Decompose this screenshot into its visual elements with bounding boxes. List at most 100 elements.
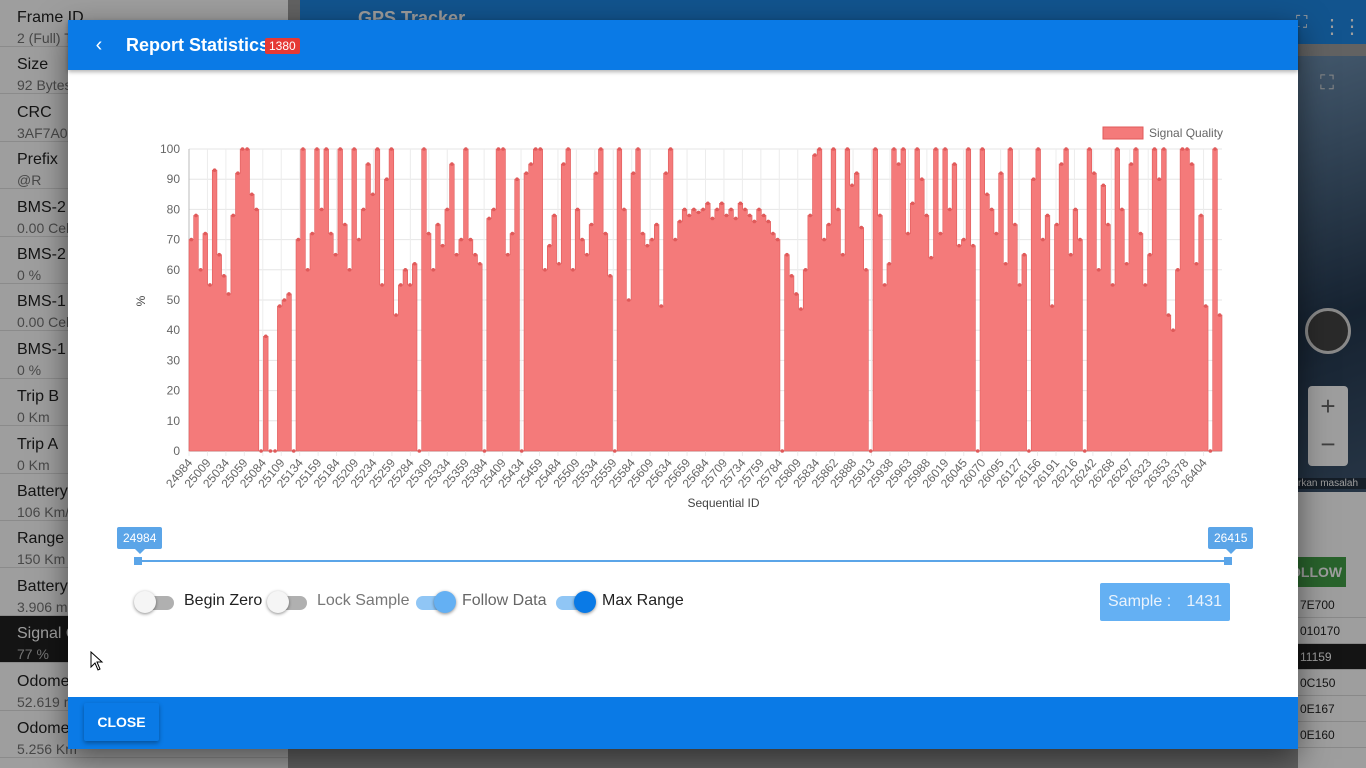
data-point: [529, 162, 533, 166]
data-point: [1073, 207, 1078, 212]
data-point: [1017, 283, 1022, 287]
data-point: [329, 231, 333, 236]
data-point: [1189, 162, 1194, 166]
data-point: [827, 222, 831, 227]
data-point: [1143, 283, 1148, 287]
data-point: [250, 192, 254, 197]
data-point: [733, 216, 738, 221]
data-point: [1208, 449, 1213, 453]
data-point: [412, 261, 417, 266]
data-point: [431, 268, 436, 272]
data-point: [1055, 222, 1059, 227]
data-point: [840, 252, 845, 257]
data-point: [231, 213, 235, 218]
x-axis-title: Sequential ID: [687, 496, 759, 510]
data-point: [761, 213, 766, 218]
data-point: [817, 147, 822, 151]
data-point: [552, 213, 557, 218]
data-point: [701, 207, 705, 212]
data-point: [343, 222, 347, 227]
data-point: [347, 268, 352, 272]
data-point: [222, 274, 226, 278]
data-point: [789, 274, 794, 278]
data-point: [510, 231, 515, 236]
follow-data-label: Follow Data: [462, 592, 547, 609]
y-tick-label: 90: [167, 172, 181, 186]
data-point: [631, 171, 636, 175]
data-point: [259, 449, 263, 453]
data-point: [868, 449, 873, 453]
data-point: [934, 147, 938, 151]
data-point: [501, 147, 505, 151]
data-point: [296, 237, 301, 242]
data-point: [1185, 147, 1189, 151]
data-point: [287, 292, 291, 296]
data-point: [794, 292, 799, 296]
y-tick-label: 20: [167, 384, 181, 398]
data-point: [813, 153, 817, 157]
data-point: [478, 261, 482, 266]
data-point: [543, 268, 547, 272]
data-point: [1194, 261, 1199, 266]
data-point: [668, 147, 673, 151]
data-point: [1045, 213, 1050, 218]
range-slider-track[interactable]: [138, 560, 1228, 562]
data-point: [864, 268, 868, 272]
data-point: [617, 147, 622, 151]
data-point: [971, 243, 975, 248]
data-point: [1171, 328, 1175, 333]
sample-value: 1431: [1186, 593, 1222, 610]
data-point: [822, 237, 826, 242]
data-point: [1129, 162, 1134, 166]
data-point: [710, 216, 715, 221]
data-point: [622, 207, 626, 212]
data-point: [966, 147, 971, 151]
data-point: [305, 268, 310, 272]
data-point: [687, 213, 692, 218]
data-point: [366, 162, 370, 166]
data-point: [1008, 147, 1013, 151]
data-point: [212, 168, 217, 172]
data-point: [906, 231, 910, 236]
data-point: [566, 147, 571, 151]
data-point: [1162, 147, 1166, 151]
data-point: [384, 177, 389, 181]
sample-count-button[interactable]: Sample : 1431: [1100, 583, 1230, 621]
data-point: [738, 201, 743, 206]
data-point: [515, 177, 519, 181]
data-point: [878, 213, 882, 218]
range-min-handle[interactable]: [134, 557, 142, 565]
data-point: [1050, 304, 1054, 308]
data-point: [324, 147, 329, 151]
data-point: [659, 304, 664, 308]
data-point: [859, 225, 864, 230]
data-point: [943, 147, 947, 151]
data-point: [706, 201, 710, 206]
data-point: [482, 449, 487, 453]
data-point: [780, 449, 785, 453]
data-point: [389, 147, 394, 151]
data-point: [831, 147, 836, 151]
range-min-label: 24984: [117, 527, 163, 554]
mouse-cursor-icon: [90, 651, 104, 671]
data-point: [947, 207, 952, 212]
data-point: [901, 147, 906, 151]
data-point: [1036, 147, 1040, 151]
data-point: [910, 201, 915, 206]
data-point: [845, 147, 850, 151]
data-point: [785, 252, 789, 257]
range-max-handle[interactable]: [1224, 557, 1232, 565]
data-point: [594, 171, 598, 175]
data-point: [994, 231, 999, 236]
data-point: [1199, 213, 1203, 218]
data-point: [319, 207, 324, 212]
data-point: [445, 207, 450, 212]
data-point: [1152, 147, 1157, 151]
y-tick-label: 50: [167, 293, 181, 307]
data-point: [799, 307, 803, 311]
data-point: [217, 252, 222, 257]
data-point: [608, 274, 612, 278]
data-point: [673, 237, 678, 242]
data-point: [352, 147, 356, 151]
close-button[interactable]: CLOSE: [84, 703, 159, 741]
